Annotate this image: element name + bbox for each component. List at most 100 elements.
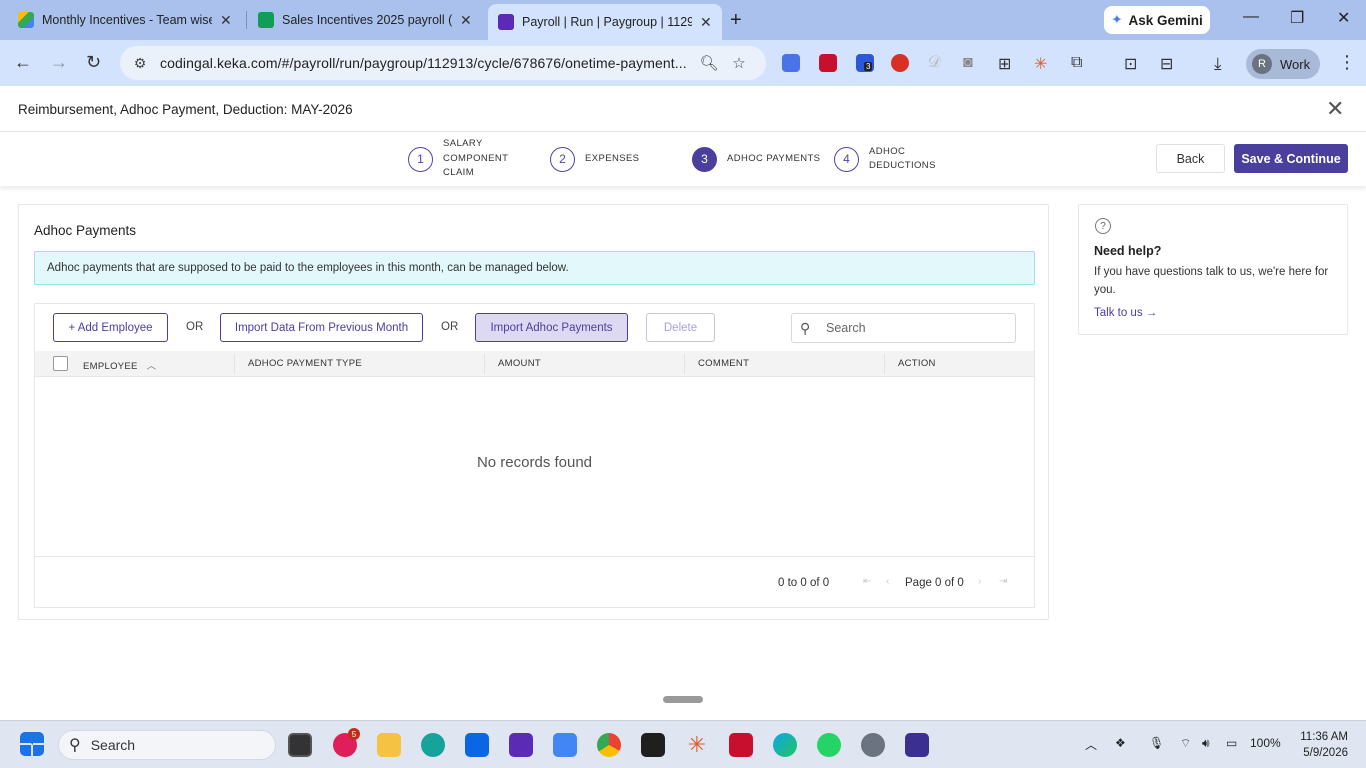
claude-extension-icon[interactable]: ✳ xyxy=(1034,54,1052,73)
info-banner: Adhoc payments that are supposed to be p… xyxy=(34,251,1035,285)
section-title: Adhoc Payments xyxy=(34,223,137,238)
microphone-icon[interactable]: 🎙︎ xyxy=(1149,736,1164,750)
back-arrow-icon[interactable]: ← xyxy=(14,52,32,72)
lens-icon[interactable]: ⊡ xyxy=(1124,54,1142,73)
claude-icon[interactable]: ✳ xyxy=(685,733,709,757)
window-close-icon[interactable]: ✕ xyxy=(1337,8,1350,28)
app-icon-dark[interactable] xyxy=(641,733,665,757)
back-button[interactable]: Back xyxy=(1156,144,1225,173)
wifi-icon[interactable]: ⌔ xyxy=(1180,736,1191,751)
select-all-checkbox[interactable] xyxy=(53,356,68,371)
system-clock[interactable]: 11:36 AM 5/9/2026 xyxy=(1290,729,1348,761)
restore-icon[interactable]: ❐ xyxy=(1290,8,1304,28)
step-adhoc-payments[interactable]: 3 ADHOC PAYMENTS xyxy=(692,132,820,186)
bookmark-star-icon[interactable]: ☆ xyxy=(724,54,754,72)
page-indicator: Page 0 of 0 xyxy=(905,577,964,589)
windows-start-icon[interactable] xyxy=(20,732,44,756)
tab-separator xyxy=(246,11,247,29)
show-hidden-icons-icon[interactable]: ︿ xyxy=(1085,736,1097,753)
search-box[interactable]: ⚲ Search xyxy=(791,313,1016,343)
minimize-icon[interactable]: — xyxy=(1243,8,1259,26)
translate-extension-icon[interactable] xyxy=(782,54,800,72)
gemini-icon: ✦ xyxy=(1111,12,1123,27)
download-icon[interactable]: ⤓ xyxy=(1214,54,1232,73)
dropbox-icon[interactable]: ❖ xyxy=(1115,736,1126,750)
trello-icon[interactable] xyxy=(465,733,489,757)
close-tab-icon[interactable]: ✕ xyxy=(700,14,712,31)
help-panel: ? Need help? If you have questions talk … xyxy=(1078,204,1348,335)
taskbar-search[interactable]: ⚲ Search xyxy=(58,730,276,760)
close-icon[interactable]: ✕ xyxy=(1326,96,1344,122)
file-explorer-icon[interactable] xyxy=(377,733,401,757)
first-page-icon[interactable]: ⇤ xyxy=(863,576,871,587)
import-previous-month-button[interactable]: Import Data From Previous Month xyxy=(220,313,423,342)
script-extension-icon[interactable]: 𝒟 xyxy=(928,54,946,72)
app-icon-teal[interactable] xyxy=(421,733,445,757)
zoom-icon[interactable]: 🔍︎ xyxy=(694,54,724,72)
clock-date: 5/9/2026 xyxy=(1303,747,1348,759)
new-tab-icon[interactable]: + xyxy=(730,10,742,30)
previous-page-icon[interactable]: ‹ xyxy=(886,576,889,587)
browser-tab-monthly-incentives[interactable]: Monthly Incentives - Team wise ✕ xyxy=(8,4,242,36)
step-expenses[interactable]: 2 EXPENSES xyxy=(550,132,639,186)
extensions-puzzle-icon[interactable]: ⧉ xyxy=(1071,54,1089,72)
profile-button[interactable]: R Work xyxy=(1246,49,1320,79)
column-amount: AMOUNT xyxy=(498,358,541,369)
taskbar-search-label: Search xyxy=(90,737,136,753)
add-employee-button[interactable]: + Add Employee xyxy=(53,313,168,342)
settings-icon[interactable] xyxy=(861,733,885,757)
close-tab-icon[interactable]: ✕ xyxy=(460,12,472,29)
column-divider xyxy=(884,354,885,374)
extension-badge: 3 xyxy=(864,62,873,71)
delete-button[interactable]: Delete xyxy=(646,313,715,342)
next-page-icon[interactable]: › xyxy=(978,576,981,587)
site-settings-icon[interactable]: ⚙ xyxy=(130,55,150,72)
battery-percent: 100% xyxy=(1250,736,1281,750)
sort-ascending-icon[interactable]: ︿ xyxy=(147,361,157,372)
vpn-extension-icon[interactable] xyxy=(891,54,909,72)
acrobat-icon[interactable] xyxy=(729,733,753,757)
close-tab-icon[interactable]: ✕ xyxy=(220,12,232,29)
column-comment: COMMENT xyxy=(698,358,750,369)
wizard-steps-bar: 1 SALARY COMPONENT CLAIM 2 EXPENSES 3 AD… xyxy=(0,132,1366,186)
page-header: Reimbursement, Adhoc Payment, Deduction:… xyxy=(0,86,1366,132)
step-label: SALARY COMPONENT CLAIM xyxy=(443,138,509,179)
step-adhoc-deductions[interactable]: 4 ADHOC DEDUCTIONS xyxy=(834,132,936,186)
pdf-extension-icon[interactable] xyxy=(819,54,837,72)
url-text[interactable]: codingal.keka.com/#/payroll/run/paygroup… xyxy=(160,55,694,71)
screenshot-extension-icon[interactable]: ⊞ xyxy=(998,54,1016,73)
browser-tab-payroll-active[interactable]: Payroll | Run | Paygroup | 11291 ✕ xyxy=(488,4,722,40)
column-employee[interactable]: EMPLOYEE ︿ xyxy=(83,358,156,372)
import-adhoc-payments-button[interactable]: Import Adhoc Payments xyxy=(475,313,628,342)
slack-badge: 5 xyxy=(348,728,360,740)
last-page-icon[interactable]: ⇥ xyxy=(999,576,1007,587)
or-separator: OR xyxy=(441,321,459,333)
step-number: 2 xyxy=(550,146,575,172)
chrome-menu-icon[interactable]: ⋮ xyxy=(1338,52,1356,73)
scroll-handle[interactable] xyxy=(663,696,703,703)
pagination-bar: 0 to 0 of 0 ⇤ ‹ Page 0 of 0 › ⇥ xyxy=(35,556,1034,607)
keka-taskbar-icon[interactable] xyxy=(509,733,533,757)
camera-extension-icon[interactable]: ◙ xyxy=(963,54,981,72)
ask-gemini-button[interactable]: ✦ Ask Gemini xyxy=(1104,6,1210,34)
step-salary-component-claim[interactable]: 1 SALARY COMPONENT CLAIM xyxy=(408,132,508,186)
browser-tab-sales-incentives[interactable]: Sales Incentives 2025 payroll (M ✕ xyxy=(248,4,482,36)
tab-search-icon[interactable]: ⊟ xyxy=(1160,54,1178,73)
search-input[interactable]: Search xyxy=(826,321,866,335)
task-view-icon[interactable] xyxy=(288,733,312,757)
reload-icon[interactable]: ↻ xyxy=(86,52,101,72)
talk-to-us-link[interactable]: Talk to us → xyxy=(1094,307,1157,319)
forward-arrow-icon[interactable]: → xyxy=(50,52,68,72)
whatsapp-icon[interactable] xyxy=(817,733,841,757)
save-continue-button[interactable]: Save & Continue xyxy=(1234,144,1348,173)
google-sheets-icon xyxy=(258,12,274,28)
empty-state-message: No records found xyxy=(476,454,593,471)
volume-icon[interactable]: 🔊︎ xyxy=(1202,736,1210,751)
edge-icon[interactable] xyxy=(773,733,797,757)
address-bar[interactable]: ⚙ codingal.keka.com/#/payroll/run/paygro… xyxy=(120,46,766,80)
extension-icon-with-badge[interactable]: 3 xyxy=(856,54,874,72)
google-calendar-icon[interactable] xyxy=(553,733,577,757)
battery-icon[interactable]: ▭ xyxy=(1226,736,1237,750)
chrome-icon[interactable] xyxy=(597,733,621,757)
app-icon-purple[interactable] xyxy=(905,733,929,757)
